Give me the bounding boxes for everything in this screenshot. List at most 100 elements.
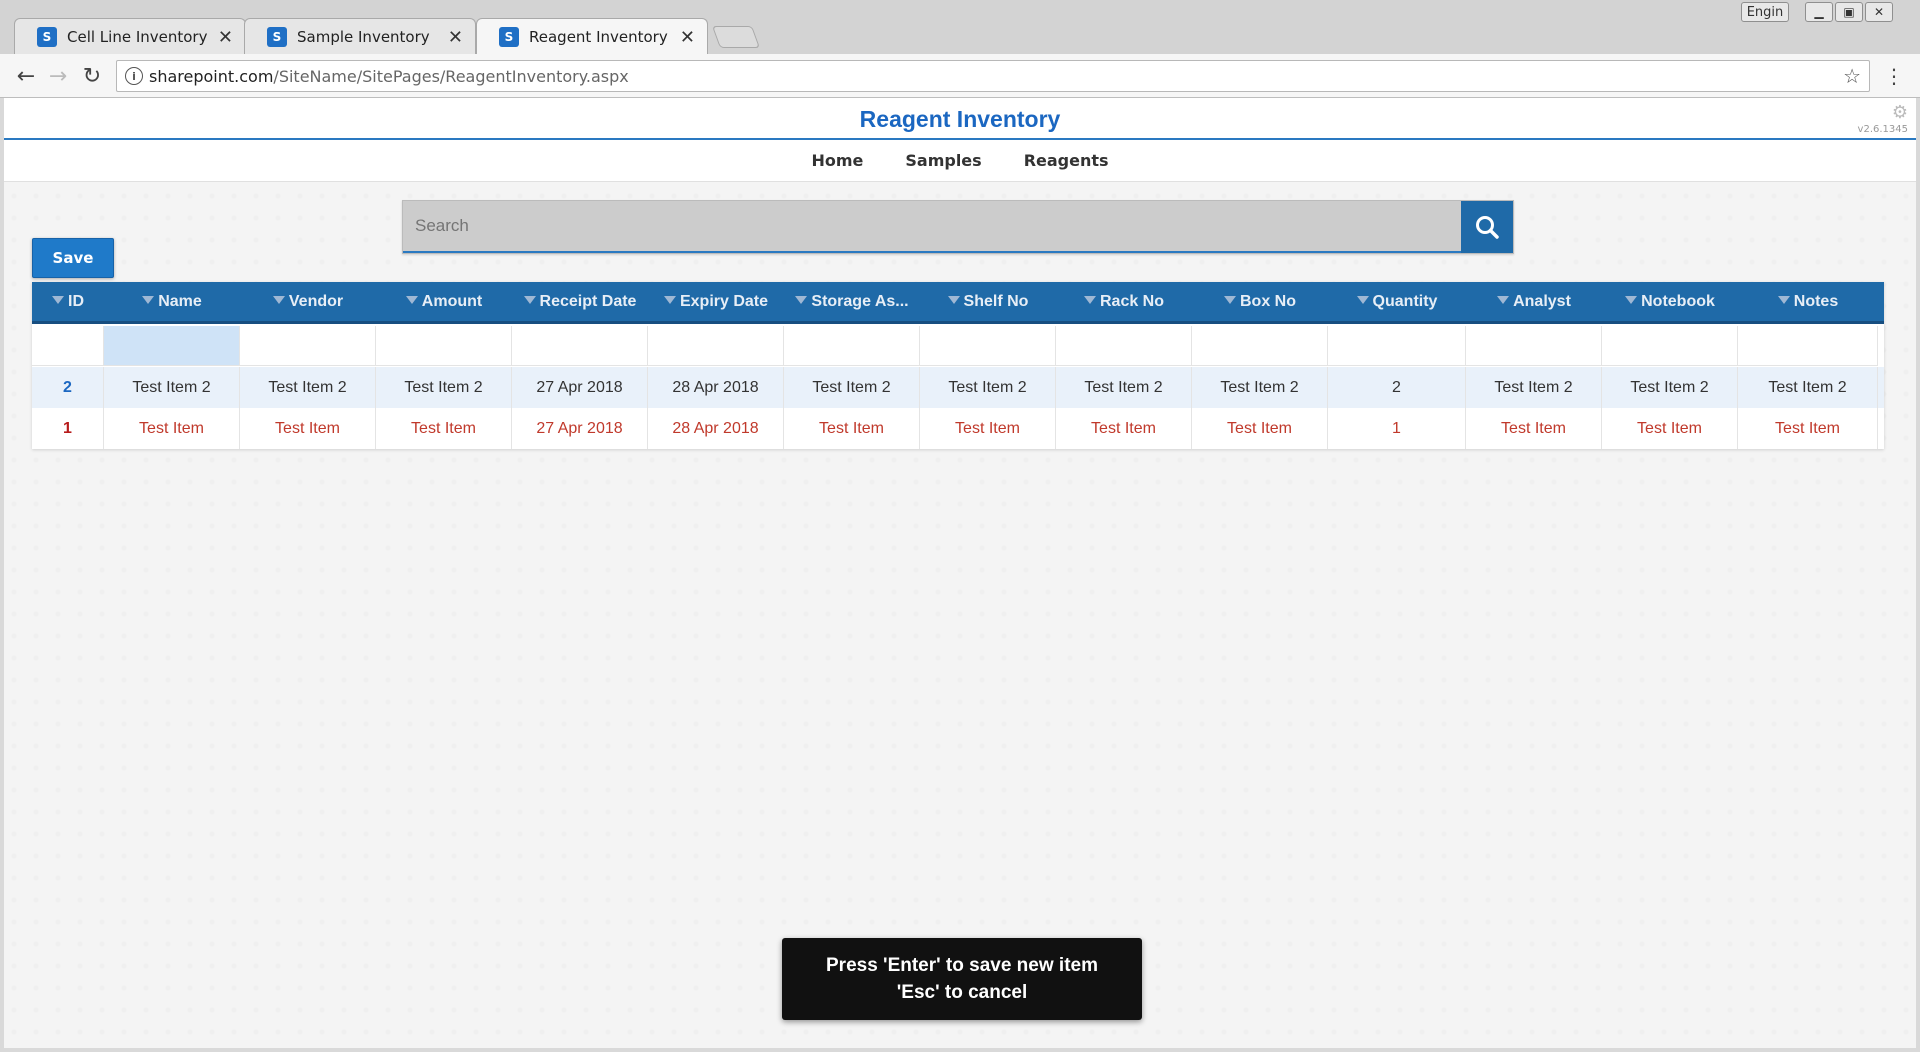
minimize-icon[interactable]: ▁ [1805,2,1833,22]
table-cell[interactable]: Test Item 2 [1602,367,1738,408]
new-item-cell[interactable] [1738,326,1878,366]
filter-icon[interactable] [523,295,536,304]
table-cell[interactable]: 27 Apr 2018 [512,367,648,408]
table-cell[interactable]: Test Item 2 [1738,367,1878,408]
column-header[interactable]: Analyst [1466,282,1602,321]
new-item-cell[interactable] [1192,326,1328,366]
new-item-cell[interactable] [240,326,376,366]
column-header[interactable]: Amount [376,282,512,321]
new-item-cell[interactable] [376,326,512,366]
table-row[interactable]: 1 Test Item Test Item Test Item 27 Apr 2018 2… [32,408,1884,449]
new-tab-button[interactable] [711,26,761,48]
table-cell[interactable]: 28 Apr 2018 [648,408,784,449]
table-cell[interactable]: Test Item [240,408,376,449]
bookmark-star-icon[interactable]: ☆ [1843,64,1861,88]
column-header[interactable]: Box No [1192,282,1328,321]
filter-icon[interactable] [1497,295,1510,304]
table-cell[interactable]: Test Item 2 [104,367,240,408]
url-input[interactable]: i sharepoint.com/SiteName/SitePages/Reag… [116,60,1870,92]
column-header[interactable]: Notebook [1602,282,1738,321]
close-icon[interactable]: ✕ [218,27,233,48]
table-cell[interactable]: Test Item [104,408,240,449]
table-cell[interactable]: Test Item 2 [240,367,376,408]
filter-icon[interactable] [663,295,676,304]
user-profile-button[interactable]: Engin [1741,2,1789,22]
window-close-icon[interactable]: ✕ [1865,2,1893,22]
table-cell[interactable]: Test Item 2 [1192,367,1328,408]
gear-icon[interactable]: ⚙ [1892,102,1908,123]
new-item-cell[interactable] [32,326,104,366]
filter-icon[interactable] [1083,295,1096,304]
column-header[interactable]: Expiry Date [648,282,784,321]
table-cell[interactable]: Test Item [1192,408,1328,449]
search-button[interactable] [1461,201,1513,253]
table-cell[interactable]: Test Item 2 [376,367,512,408]
browser-menu-icon[interactable]: ⋮ [1884,64,1904,88]
column-header[interactable]: Notes [1738,282,1878,321]
filter-icon[interactable] [52,295,64,304]
tab-sample-inventory[interactable]: S Sample Inventory ✕ [244,18,476,54]
tab-cell-line-inventory[interactable]: S Cell Line Inventory ✕ [14,18,246,54]
new-item-cell[interactable] [920,326,1056,366]
new-item-cell[interactable] [512,326,648,366]
table-cell[interactable]: Test Item 2 [1466,367,1602,408]
table-cell[interactable]: Test Item [376,408,512,449]
reload-icon[interactable]: ↻ [78,62,106,90]
table-cell[interactable]: Test Item [1466,408,1602,449]
table-cell[interactable]: 2 [32,367,104,408]
search-input[interactable] [403,201,1461,253]
table-cell[interactable]: Test Item [1738,408,1878,449]
close-icon[interactable]: ✕ [448,27,463,48]
new-item-cell[interactable] [1328,326,1466,366]
table-cell[interactable]: Test Item [920,408,1056,449]
new-item-cell[interactable] [104,326,240,366]
maximize-icon[interactable]: ▣ [1835,2,1863,22]
filter-icon[interactable] [947,295,960,304]
new-item-row[interactable] [32,326,1884,366]
filter-icon[interactable] [142,295,155,304]
table-cell[interactable]: 28 Apr 2018 [648,367,784,408]
filter-icon[interactable] [405,295,418,304]
new-item-cell[interactable] [648,326,784,366]
version-label: v2.6.1345 [1857,124,1908,135]
table-row[interactable]: 2 Test Item 2 Test Item 2 Test Item 2 27 Apr… [32,367,1884,408]
column-header[interactable]: Receipt Date [512,282,648,321]
column-header[interactable]: Name [104,282,240,321]
new-item-cell[interactable] [784,326,920,366]
filter-icon[interactable] [1777,295,1790,304]
table-cell[interactable]: Test Item 2 [784,367,920,408]
new-item-cell[interactable] [1056,326,1192,366]
table-cell[interactable]: Test Item 2 [1056,367,1192,408]
column-header[interactable]: Storage As... [784,282,920,321]
save-button[interactable]: Save [32,238,114,278]
filter-icon[interactable] [272,295,285,304]
column-header[interactable]: Shelf No [920,282,1056,321]
column-header[interactable]: Rack No [1056,282,1192,321]
filter-icon[interactable] [1224,295,1236,304]
table-cell[interactable]: Test Item 2 [920,367,1056,408]
search-icon [1476,216,1499,239]
table-cell[interactable]: Test Item [784,408,920,449]
column-header[interactable]: ID [32,282,104,321]
info-icon[interactable]: i [125,67,143,85]
new-item-cell[interactable] [1466,326,1602,366]
forward-icon[interactable]: → [44,62,72,90]
tab-reagent-inventory[interactable]: S Reagent Inventory ✕ [476,18,708,54]
close-icon[interactable]: ✕ [680,27,695,48]
table-cell[interactable]: Test Item [1056,408,1192,449]
new-item-cell[interactable] [1602,326,1738,366]
table-cell[interactable]: Test Item [1602,408,1738,449]
nav-item-reagents[interactable]: Reagents [1024,151,1109,170]
table-cell[interactable]: 1 [32,408,104,449]
back-icon[interactable]: ← [12,62,40,90]
nav-item-samples[interactable]: Samples [905,151,981,170]
filter-icon[interactable] [795,295,808,304]
nav-item-home[interactable]: Home [811,151,863,170]
table-cell[interactable]: 1 [1328,408,1466,449]
column-header[interactable]: Quantity [1328,282,1466,321]
filter-icon[interactable] [1625,295,1638,304]
table-cell[interactable]: 27 Apr 2018 [512,408,648,449]
filter-icon[interactable] [1356,295,1369,304]
table-cell[interactable]: 2 [1328,367,1466,408]
column-header[interactable]: Vendor [240,282,376,321]
